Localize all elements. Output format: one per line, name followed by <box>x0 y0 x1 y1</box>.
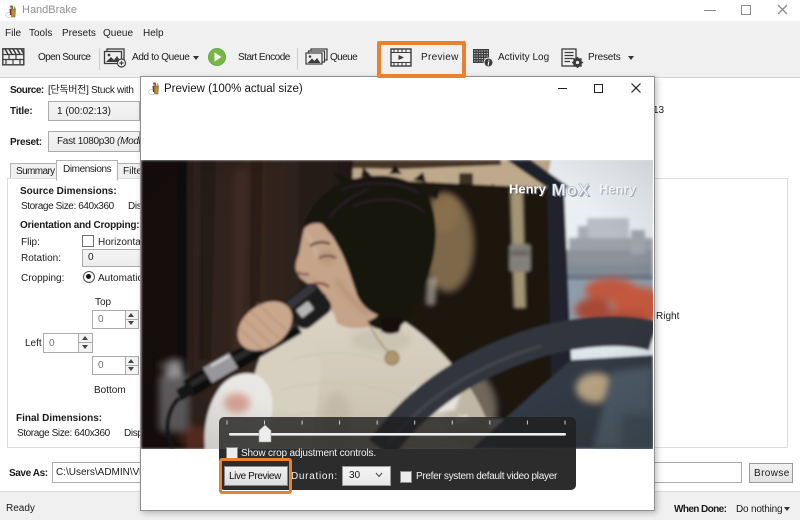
svg-text:Henry: Henry <box>599 182 637 197</box>
svg-text:MoX: MoX <box>552 181 591 200</box>
svg-text:Henry: Henry <box>509 182 547 197</box>
